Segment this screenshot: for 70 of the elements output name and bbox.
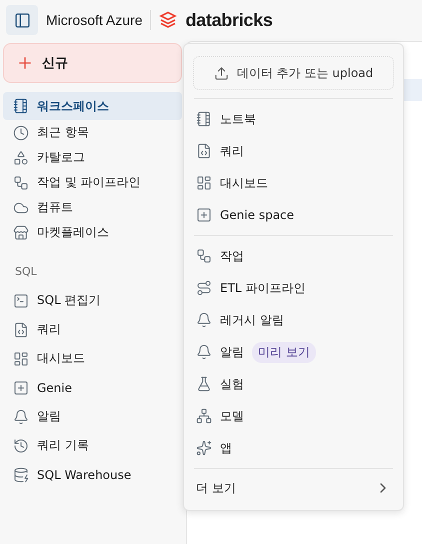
dashboard-icon bbox=[13, 350, 29, 366]
new-button[interactable]: 신규 bbox=[3, 43, 182, 83]
menu-item-label: 노트북 bbox=[220, 110, 256, 128]
menu-item[interactable]: 노트북 bbox=[192, 103, 395, 135]
preview-badge: 미리 보기 bbox=[252, 342, 316, 362]
sidebar-item[interactable]: 최근 항목 bbox=[3, 120, 182, 145]
workflow-icon bbox=[13, 174, 29, 190]
menu-item-label: 모델 bbox=[220, 408, 244, 424]
file-code-icon bbox=[196, 143, 212, 159]
sidebar-item[interactable]: 알림 bbox=[3, 402, 182, 431]
logo-icon bbox=[159, 11, 178, 29]
menu-item[interactable]: 레거시 알림 bbox=[192, 304, 395, 336]
upload-button[interactable]: 데이터 추가 또는 upload bbox=[193, 56, 394, 90]
sidebar-item[interactable]: 마켓플레이스 bbox=[3, 220, 182, 245]
menu-item[interactable]: 알림 미리 보기 bbox=[192, 336, 395, 368]
product-name: databricks bbox=[185, 10, 273, 30]
sidebar-toggle-button[interactable] bbox=[6, 5, 38, 35]
clock-icon bbox=[13, 124, 29, 140]
sidebar-item[interactable]: 쿼리 기록 bbox=[3, 431, 182, 460]
plus-icon bbox=[16, 54, 34, 72]
sidebar-item[interactable]: SQL Warehouse bbox=[3, 460, 182, 489]
menu-item[interactable]: 앱 bbox=[192, 432, 395, 464]
terminal-icon bbox=[13, 292, 29, 308]
history-icon bbox=[13, 438, 29, 454]
network-icon bbox=[196, 408, 212, 424]
sparkles-icon bbox=[196, 440, 212, 456]
menu-item[interactable]: Genie space bbox=[192, 199, 395, 231]
menu-item-label: 레거시 알림 bbox=[220, 312, 284, 328]
menu-item-label: 쿼리 bbox=[220, 142, 244, 160]
menu-item-label: Genie space bbox=[220, 208, 294, 222]
notebook-icon bbox=[196, 111, 212, 127]
menu-item[interactable]: 작업 bbox=[192, 240, 395, 272]
sidebar-item[interactable]: 작업 및 파이프라인 bbox=[3, 170, 182, 195]
menu-item-label: ETL 파이프라인 bbox=[220, 280, 306, 296]
square-plus-icon bbox=[13, 380, 29, 396]
sidebar-item[interactable]: SQL 편집기 bbox=[3, 286, 182, 315]
menu-item-label: 앱 bbox=[220, 440, 232, 456]
menu-item[interactable]: ETL 파이프라인 bbox=[192, 272, 395, 304]
notebook-icon bbox=[13, 98, 29, 114]
brand-name: Microsoft Azure bbox=[46, 12, 142, 28]
menu-item-label: 실험 bbox=[220, 376, 244, 392]
sidebar-icon bbox=[14, 12, 30, 28]
menu-item-label: 작업 bbox=[220, 248, 244, 264]
dashboard-icon bbox=[196, 175, 212, 191]
upload-icon bbox=[214, 66, 229, 80]
square-plus-icon bbox=[196, 207, 212, 223]
bell-icon bbox=[196, 312, 212, 328]
more-menu-item[interactable]: 더 보기 bbox=[192, 469, 395, 507]
sidebar-item[interactable]: Genie bbox=[3, 373, 182, 402]
shapes-icon bbox=[13, 150, 29, 166]
sidebar-item[interactable]: 카탈로그 bbox=[3, 145, 182, 170]
menu-item[interactable]: 대시보드 bbox=[192, 167, 395, 199]
sidebar-item[interactable]: 쿼리 bbox=[3, 315, 182, 344]
section-label: SQL bbox=[14, 264, 38, 280]
sidebar-item[interactable]: 워크스페이스 bbox=[3, 92, 182, 120]
menu-item[interactable]: 모델 bbox=[192, 400, 395, 432]
menu-item-label: 알림 bbox=[220, 344, 244, 360]
menu-item[interactable]: 실험 bbox=[192, 368, 395, 400]
file-code-icon bbox=[13, 322, 29, 338]
bell-icon bbox=[196, 344, 212, 360]
workflow-icon bbox=[196, 248, 212, 264]
database-icon bbox=[13, 466, 29, 482]
store-icon bbox=[13, 224, 29, 240]
sidebar-item[interactable]: 컴퓨트 bbox=[3, 195, 182, 220]
sidebar-item[interactable]: 대시보드 bbox=[3, 344, 182, 373]
route-icon bbox=[196, 280, 212, 296]
menu-item[interactable]: 쿼리 bbox=[192, 135, 395, 167]
flask-icon bbox=[196, 376, 212, 392]
menu-item-label: 대시보드 bbox=[220, 174, 268, 192]
bell-icon bbox=[13, 408, 29, 424]
